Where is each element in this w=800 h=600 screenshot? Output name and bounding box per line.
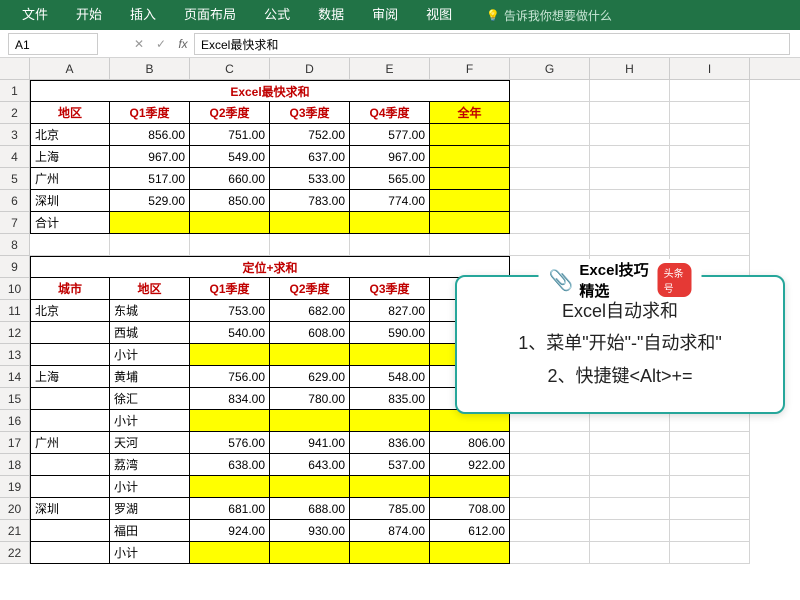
row-22[interactable]: 22 (0, 542, 30, 564)
row-21[interactable]: 21 (0, 520, 30, 542)
select-all-corner[interactable] (0, 58, 30, 79)
tip-line3: 2、快捷键<Alt>+= (471, 360, 769, 392)
ribbon: 文件 开始 插入 页面布局 公式 数据 审阅 视图 告诉我你想要做什么 (0, 0, 800, 30)
t1-h-q3[interactable]: Q3季度 (270, 102, 350, 124)
row-2[interactable]: 2 (0, 102, 30, 124)
tab-view[interactable]: 视图 (412, 0, 466, 30)
row-6[interactable]: 6 (0, 190, 30, 212)
t1-h-region[interactable]: 地区 (30, 102, 110, 124)
tip-body: Excel自动求和 1、菜单"开始"-"自动求和" 2、快捷键<Alt>+= (471, 295, 769, 392)
col-H[interactable]: H (590, 58, 670, 79)
tab-file[interactable]: 文件 (8, 0, 62, 30)
tip-header: 📎 Excel技巧精选 头条号 (539, 259, 702, 301)
row-19[interactable]: 19 (0, 476, 30, 498)
tab-data[interactable]: 数据 (304, 0, 358, 30)
col-F[interactable]: F (430, 58, 510, 79)
col-I[interactable]: I (670, 58, 750, 79)
col-A[interactable]: A (30, 58, 110, 79)
row-4[interactable]: 4 (0, 146, 30, 168)
tell-me-hint[interactable]: 告诉我你想要做什么 (486, 7, 612, 24)
tab-home[interactable]: 开始 (62, 0, 116, 30)
row-20[interactable]: 20 (0, 498, 30, 520)
table2-title[interactable]: 定位+求和 (30, 256, 510, 278)
row-3[interactable]: 3 (0, 124, 30, 146)
row-14[interactable]: 14 (0, 366, 30, 388)
table1-title[interactable]: Excel最快求和 (30, 80, 510, 102)
row-1[interactable]: 1 (0, 80, 30, 102)
tab-layout[interactable]: 页面布局 (170, 0, 250, 30)
paperclip-icon: 📎 (549, 268, 574, 293)
tab-formula[interactable]: 公式 (250, 0, 304, 30)
t1-h-q4[interactable]: Q4季度 (350, 102, 430, 124)
tip-title: Excel技巧精选 (579, 259, 651, 301)
tip-badge: 头条号 (658, 263, 692, 297)
t1-total-label[interactable]: 合计 (30, 212, 110, 234)
col-B[interactable]: B (110, 58, 190, 79)
row-12[interactable]: 12 (0, 322, 30, 344)
column-headers: A B C D E F G H I (0, 58, 800, 80)
name-box[interactable]: A1 (8, 33, 98, 55)
row-7[interactable]: 7 (0, 212, 30, 234)
row-8[interactable]: 8 (0, 234, 30, 256)
fx-icon[interactable]: fx (172, 37, 194, 51)
enter-icon[interactable]: ✓ (150, 37, 172, 51)
row-9[interactable]: 9 (0, 256, 30, 278)
row-15[interactable]: 15 (0, 388, 30, 410)
col-C[interactable]: C (190, 58, 270, 79)
formula-bar: A1 ✕ ✓ fx Excel最快求和 (0, 30, 800, 58)
cell[interactable]: 北京 (30, 124, 110, 146)
col-D[interactable]: D (270, 58, 350, 79)
tip-line2: 1、菜单"开始"-"自动求和" (471, 327, 769, 359)
row-5[interactable]: 5 (0, 168, 30, 190)
t1-h-year[interactable]: 全年 (430, 102, 510, 124)
row-18[interactable]: 18 (0, 454, 30, 476)
formula-input[interactable]: Excel最快求和 (194, 33, 790, 55)
row-16[interactable]: 16 (0, 410, 30, 432)
col-G[interactable]: G (510, 58, 590, 79)
cancel-icon[interactable]: ✕ (128, 37, 150, 51)
tip-callout: 📎 Excel技巧精选 头条号 Excel自动求和 1、菜单"开始"-"自动求和… (455, 275, 785, 414)
t1-h-q1[interactable]: Q1季度 (110, 102, 190, 124)
tab-insert[interactable]: 插入 (116, 0, 170, 30)
tab-review[interactable]: 审阅 (358, 0, 412, 30)
t1-h-q2[interactable]: Q2季度 (190, 102, 270, 124)
row-13[interactable]: 13 (0, 344, 30, 366)
row-17[interactable]: 17 (0, 432, 30, 454)
col-E[interactable]: E (350, 58, 430, 79)
row-11[interactable]: 11 (0, 300, 30, 322)
row-10[interactable]: 10 (0, 278, 30, 300)
